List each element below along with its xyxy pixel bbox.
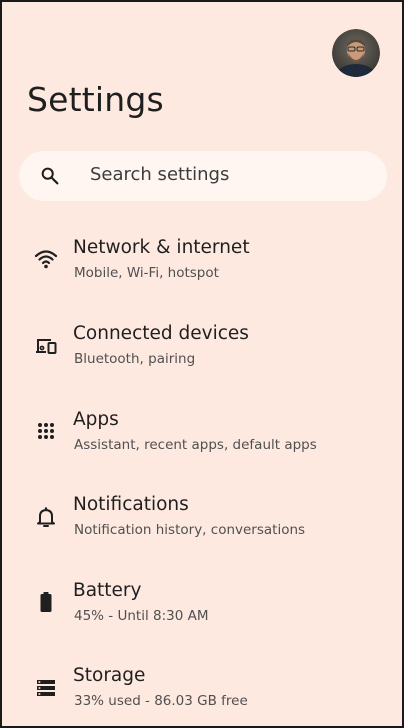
apps-grid-icon [34,419,58,443]
settings-screen: Settings Search settings Network & inter… [0,0,404,728]
settings-item-title: Notifications [73,494,189,515]
settings-item-network[interactable]: Network & internet Mobile, Wi-Fi, hotspo… [2,226,402,308]
account-avatar[interactable] [332,29,380,77]
search-placeholder: Search settings [90,164,230,185]
settings-item-apps[interactable]: Apps Assistant, recent apps, default app… [2,398,402,480]
search-bar[interactable]: Search settings [19,151,387,201]
connected-devices-icon [34,334,58,358]
battery-icon [34,590,58,614]
wifi-icon [34,247,58,271]
settings-item-subtitle: 33% used - 86.03 GB free [74,693,248,709]
settings-item-subtitle: Mobile, Wi-Fi, hotspot [74,265,219,281]
settings-item-title: Battery [73,580,142,601]
settings-item-subtitle: Notification history, conversations [74,522,306,538]
settings-item-title: Apps [73,409,119,430]
settings-item-subtitle: Assistant, recent apps, default apps [74,437,317,453]
search-icon [39,165,61,187]
page-title: Settings [27,80,164,119]
settings-item-subtitle: Bluetooth, pairing [74,351,196,367]
settings-item-title: Network & internet [73,237,250,258]
bell-icon [34,505,58,529]
settings-item-storage[interactable]: Storage 33% used - 86.03 GB free [2,654,402,726]
storage-icon [34,676,58,700]
settings-item-title: Storage [73,665,146,686]
user-avatar-icon [332,29,380,77]
settings-item-notifications[interactable]: Notifications Notification history, conv… [2,483,402,565]
settings-item-battery[interactable]: Battery 45% - Until 8:30 AM [2,569,402,651]
settings-item-subtitle: 45% - Until 8:30 AM [74,608,209,624]
settings-item-connected-devices[interactable]: Connected devices Bluetooth, pairing [2,312,402,394]
settings-item-title: Connected devices [73,323,249,344]
